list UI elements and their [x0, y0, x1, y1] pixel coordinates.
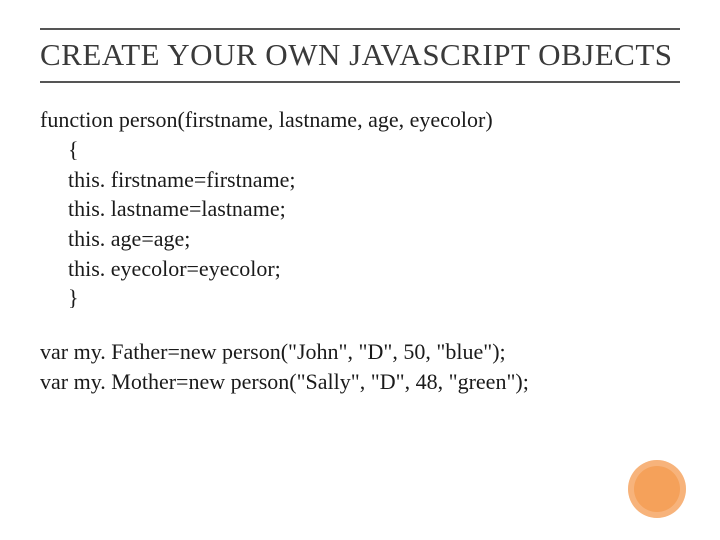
- code-block: var my. Father=new person("John", "D", 5…: [40, 337, 680, 396]
- code-line: this. firstname=firstname;: [40, 165, 680, 195]
- slide: CREATE YOUR OWN JAVASCRIPT OBJECTS funct…: [0, 0, 720, 540]
- code-line: function person(firstname, lastname, age…: [40, 105, 680, 135]
- slide-title: CREATE YOUR OWN JAVASCRIPT OBJECTS: [40, 36, 680, 73]
- code-line: this. lastname=lastname;: [40, 194, 680, 224]
- title-rule-bottom: [40, 81, 680, 83]
- code-block: function person(firstname, lastname, age…: [40, 105, 680, 313]
- spacer: [40, 313, 680, 337]
- decor-circle-icon: [628, 460, 686, 518]
- code-line: var my. Mother=new person("Sally", "D", …: [40, 367, 680, 397]
- slide-body: function person(firstname, lastname, age…: [40, 105, 680, 396]
- code-line: this. age=age;: [40, 224, 680, 254]
- code-line: {: [40, 135, 680, 165]
- code-line: }: [40, 283, 680, 313]
- code-line: var my. Father=new person("John", "D", 5…: [40, 337, 680, 367]
- title-rule-top: [40, 28, 680, 30]
- code-line: this. eyecolor=eyecolor;: [40, 254, 680, 284]
